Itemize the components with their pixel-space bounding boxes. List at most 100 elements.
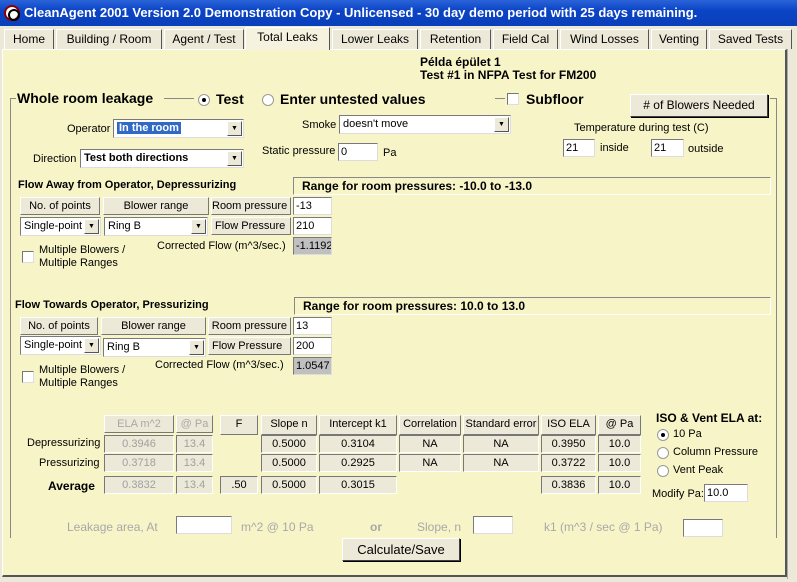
- test-name: Test #1 in NFPA Test for FM200: [420, 68, 597, 82]
- col-at-pa: @ Pa: [176, 415, 213, 433]
- chevron-down-icon[interactable]: ▼: [84, 338, 99, 353]
- untested-radio[interactable]: [262, 94, 274, 106]
- press-multiple-label-1: Multiple Blowers /: [39, 364, 126, 376]
- press-stderr: NA: [463, 454, 539, 472]
- slope-label: Slope, n: [417, 520, 462, 534]
- press-ela: 0.3718: [104, 454, 174, 472]
- depress-multiple-checkbox[interactable]: [22, 251, 34, 263]
- modify-pa-input[interactable]: 10.0: [704, 484, 748, 502]
- chevron-down-icon[interactable]: ▼: [227, 151, 242, 166]
- tab-building-room[interactable]: Building / Room: [56, 29, 162, 49]
- depress-multiple-label-1: Multiple Blowers /: [39, 244, 126, 256]
- temp-outside-input[interactable]: 21: [651, 139, 684, 157]
- tab-retention[interactable]: Retention: [420, 29, 491, 49]
- iso-10pa-label[interactable]: 10 Pa: [673, 428, 702, 440]
- slope-input[interactable]: [473, 516, 513, 534]
- operator-select[interactable]: In the room ▼: [113, 119, 244, 138]
- k1-input[interactable]: [683, 519, 723, 537]
- depress-iso-pa: 10.0: [598, 435, 641, 453]
- depress-flow-pressure-label: Flow Pressure: [211, 217, 291, 235]
- depress-stderr: NA: [463, 435, 539, 453]
- press-col-blower: Blower range: [101, 317, 206, 335]
- depress-room-pressure-input[interactable]: -13: [293, 197, 332, 215]
- chevron-down-icon[interactable]: ▼: [227, 121, 242, 136]
- chevron-down-icon[interactable]: ▼: [191, 219, 206, 234]
- iso-column-pressure-radio[interactable]: [657, 447, 669, 459]
- temp-inside-label: inside: [600, 142, 629, 154]
- iso-vent-peak-label[interactable]: Vent Peak: [673, 464, 723, 476]
- col-correlation: Correlation: [399, 415, 461, 435]
- temp-inside-input[interactable]: 21: [563, 139, 595, 157]
- operator-value: In the room: [117, 122, 181, 134]
- tab-lower-leaks[interactable]: Lower Leaks: [332, 29, 418, 49]
- scrollbar[interactable]: [787, 49, 797, 579]
- average-f: .50: [220, 476, 258, 494]
- average-ela: 0.3832: [104, 476, 174, 494]
- frame-top: [495, 98, 505, 99]
- press-intercept: 0.2925: [319, 454, 397, 472]
- depress-flow-pressure-input[interactable]: 210: [293, 217, 332, 235]
- press-room-pressure-input[interactable]: 13: [293, 317, 332, 335]
- test-radio[interactable]: [198, 94, 210, 106]
- depress-blower-select[interactable]: Ring B ▼: [104, 217, 208, 236]
- press-points-value: Single-point: [24, 339, 83, 351]
- calculate-save-button[interactable]: Calculate/Save: [342, 538, 460, 561]
- press-multiple-checkbox[interactable]: [22, 371, 34, 383]
- depress-title: Flow Away from Operator, Depressurizing: [18, 179, 237, 191]
- press-corrected-label: Corrected Flow (m^3/sec.): [155, 359, 284, 371]
- depress-points-select[interactable]: Single-point ▼: [20, 217, 101, 236]
- depress-iso-ela: 0.3950: [541, 435, 596, 453]
- average-iso-pa: 10.0: [598, 476, 641, 494]
- static-pressure-input[interactable]: 0: [338, 143, 378, 161]
- press-blower-select[interactable]: Ring B ▼: [103, 338, 206, 357]
- press-at-pa: 13.4: [176, 454, 213, 472]
- press-room-pressure-label: Room pressure: [208, 317, 291, 335]
- smoke-label: Smoke: [302, 119, 337, 131]
- tab-venting[interactable]: Venting: [651, 29, 707, 49]
- frame-left: [10, 98, 11, 538]
- direction-label: Direction: [33, 153, 77, 165]
- or-label: or: [370, 520, 382, 534]
- depress-col-blower: Blower range: [103, 197, 209, 215]
- tab-field-cal[interactable]: Field Cal: [493, 29, 558, 49]
- tab-home[interactable]: Home: [4, 29, 54, 49]
- tab-total-leaks[interactable]: Total Leaks: [245, 27, 330, 50]
- frame-right: [776, 98, 777, 538]
- chevron-down-icon[interactable]: ▼: [494, 117, 509, 132]
- press-col-points: No. of points: [20, 317, 98, 335]
- press-correlation: NA: [399, 454, 461, 472]
- depress-room-pressure-label: Room pressure: [211, 197, 291, 215]
- smoke-select[interactable]: doesn't move ▼: [339, 115, 511, 134]
- static-pressure-unit: Pa: [383, 147, 397, 159]
- chevron-down-icon[interactable]: ▼: [84, 219, 99, 234]
- tab-agent-test[interactable]: Agent / Test: [164, 29, 244, 49]
- iso-vent-title: ISO & Vent ELA at:: [656, 411, 763, 425]
- depress-range: Range for room pressures: -10.0 to -13.0: [293, 177, 771, 195]
- operator-label: Operator: [67, 123, 111, 135]
- tab-saved-tests[interactable]: Saved Tests: [709, 29, 792, 49]
- leakage-area-input[interactable]: [176, 516, 232, 534]
- temp-outside-label: outside: [688, 143, 724, 155]
- leakage-area-unit: m^2 @ 10 Pa: [241, 520, 314, 534]
- test-radio-label[interactable]: Test: [216, 91, 244, 107]
- col-intercept: Intercept k1: [319, 415, 397, 435]
- chevron-down-icon[interactable]: ▼: [189, 340, 204, 355]
- tab-wind-losses[interactable]: Wind Losses: [560, 29, 649, 49]
- depress-col-points: No. of points: [20, 197, 100, 215]
- subfloor-label: Subfloor: [526, 91, 584, 107]
- blowers-needed-button[interactable]: # of Blowers Needed: [630, 94, 768, 117]
- frame-top: [164, 98, 194, 99]
- press-points-select[interactable]: Single-point ▼: [20, 336, 101, 355]
- subfloor-checkbox[interactable]: [507, 93, 519, 105]
- iso-10pa-radio[interactable]: [657, 429, 669, 441]
- direction-value: Test both directions: [84, 152, 189, 164]
- depress-correlation: NA: [399, 435, 461, 453]
- untested-radio-label[interactable]: Enter untested values: [280, 91, 426, 107]
- iso-column-pressure-label[interactable]: Column Pressure: [673, 446, 758, 458]
- col-stderr: Standard error: [463, 415, 539, 435]
- direction-select[interactable]: Test both directions ▼: [80, 149, 244, 168]
- modify-pa-label: Modify Pa:: [652, 488, 704, 500]
- col-f: F: [220, 415, 258, 435]
- iso-vent-peak-radio[interactable]: [657, 465, 669, 477]
- press-flow-pressure-input[interactable]: 200: [293, 337, 332, 355]
